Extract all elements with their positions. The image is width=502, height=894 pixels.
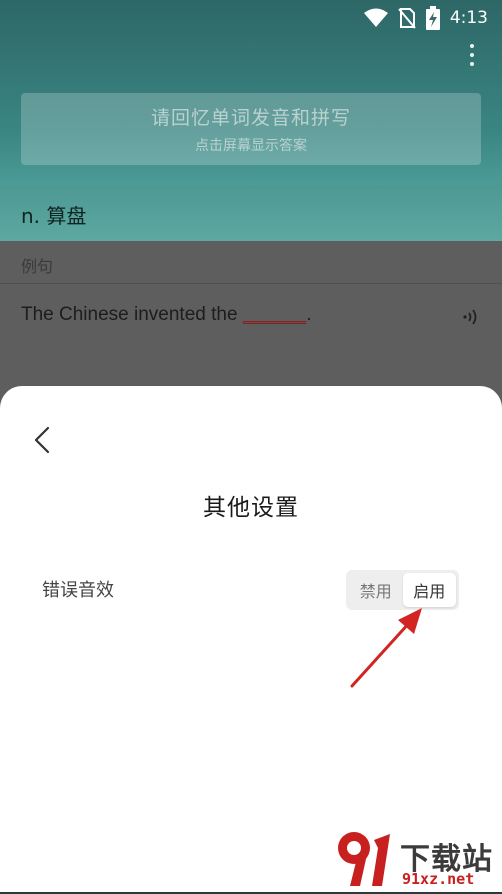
no-sim-icon	[398, 8, 416, 29]
word-meaning: n. 算盘	[21, 204, 87, 228]
annotation-arrow-icon	[350, 608, 422, 688]
battery-charging-icon	[425, 6, 440, 30]
watermark-logo-icon	[338, 832, 390, 886]
example-sentence-suffix: .	[306, 304, 312, 325]
prompt-title: 请回忆单词发音和拼写	[150, 107, 351, 129]
sheet-title: 其他设置	[203, 495, 299, 521]
example-sentence: The Chinese invented the ______.	[21, 304, 312, 326]
status-bar: 4:13	[0, 0, 502, 36]
status-time: 4:13	[449, 8, 488, 28]
speaker-icon[interactable]	[462, 308, 480, 326]
example-header: 例句	[0, 241, 502, 284]
wifi-icon	[363, 8, 388, 27]
example-sentence-prefix: The Chinese invented the	[21, 304, 243, 325]
back-button[interactable]	[28, 422, 58, 458]
site-watermark: 下载站 91xz.net	[330, 826, 500, 890]
more-options-icon[interactable]	[468, 44, 476, 70]
example-blank: ______	[242, 304, 307, 325]
settings-bottom-sheet: 其他设置 错误音效 禁用 启用	[0, 386, 502, 892]
recall-prompt-card[interactable]: 请回忆单词发音和拼写 点击屏幕显示答案	[21, 93, 481, 165]
word-meaning-row: n. 算盘	[0, 185, 502, 241]
example-row: The Chinese invented the ______.	[0, 284, 502, 386]
watermark-url: 91xz.net	[402, 870, 475, 888]
prompt-subtitle: 点击屏幕显示答案	[195, 138, 307, 154]
error-sound-label: 错误音效	[42, 580, 114, 601]
example-label: 例句	[21, 257, 54, 276]
